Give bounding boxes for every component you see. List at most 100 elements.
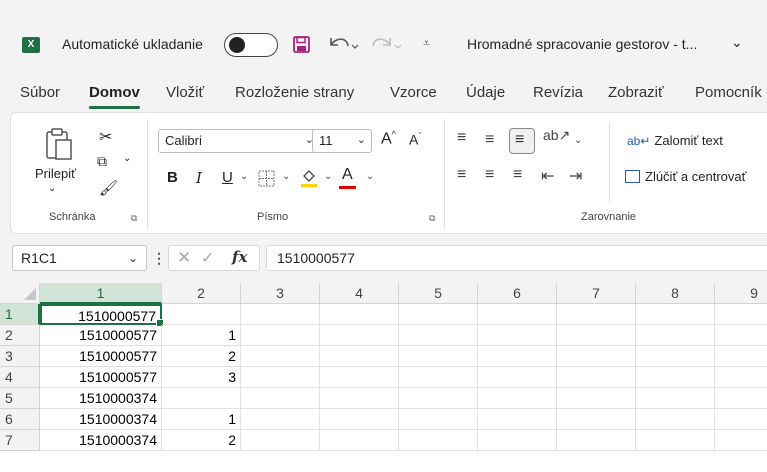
grid-cell[interactable] — [478, 367, 557, 388]
grid-cell[interactable] — [715, 325, 767, 346]
grid-cell[interactable] — [241, 325, 320, 346]
tab-view[interactable]: Zobraziť — [608, 84, 664, 101]
cut-icon[interactable]: ✂ — [99, 127, 112, 147]
grid-cell[interactable] — [162, 388, 241, 409]
grid-cell[interactable] — [715, 388, 767, 409]
align-right-icon[interactable]: ≡ — [513, 166, 522, 184]
tab-file[interactable]: Súbor — [20, 84, 60, 101]
column-header[interactable]: 8 — [636, 283, 715, 304]
row-header[interactable]: 7 — [0, 430, 40, 451]
grid-cell[interactable] — [478, 346, 557, 367]
grid-cell[interactable] — [715, 409, 767, 430]
chevron-down-icon[interactable]: ⌄ — [731, 34, 743, 51]
grid-cell[interactable]: 1510000374 — [40, 409, 162, 430]
column-header[interactable]: 6 — [478, 283, 557, 304]
grid-cell[interactable] — [715, 346, 767, 367]
dialog-launcher-icon[interactable]: ⧉ — [429, 213, 435, 224]
column-header[interactable]: 3 — [241, 283, 320, 304]
chevron-down-icon[interactable]: ⌄ — [282, 171, 290, 182]
grid-cell[interactable]: 1510000577 — [40, 325, 162, 346]
grid-cell[interactable] — [399, 388, 478, 409]
column-header[interactable]: 9 — [715, 283, 767, 304]
grid-cell[interactable] — [636, 325, 715, 346]
grid-cell[interactable] — [636, 304, 715, 325]
grid-cell[interactable] — [399, 409, 478, 430]
column-header[interactable]: 1 — [40, 283, 162, 304]
grid-cell[interactable] — [320, 388, 399, 409]
paste-icon[interactable] — [45, 127, 73, 161]
tab-help[interactable]: Pomocník — [695, 84, 762, 101]
grid-cell[interactable] — [241, 367, 320, 388]
column-header[interactable]: 2 — [162, 283, 241, 304]
align-bottom-button[interactable]: ≡ — [509, 128, 535, 154]
grid-cell[interactable] — [241, 304, 320, 325]
grid-cell[interactable] — [557, 430, 636, 451]
grid-cell[interactable] — [320, 430, 399, 451]
grid-cell[interactable] — [557, 304, 636, 325]
align-left-icon[interactable]: ≡ — [457, 166, 466, 184]
grid-cell[interactable] — [399, 304, 478, 325]
bold-button[interactable]: B — [167, 169, 178, 186]
grid-cell[interactable] — [478, 430, 557, 451]
grid-cell[interactable] — [636, 409, 715, 430]
format-painter-icon[interactable]: 🖌 — [99, 179, 118, 197]
grid-cell[interactable] — [557, 367, 636, 388]
chevron-down-icon[interactable]: ⌄ — [48, 183, 56, 194]
cancel-icon[interactable]: ✕ — [177, 248, 191, 268]
select-all-button[interactable] — [0, 283, 40, 304]
save-icon[interactable] — [293, 36, 310, 53]
merge-center-button[interactable]: Zlúčiť a centrovať — [625, 169, 747, 184]
grid-cell[interactable]: 2 — [162, 346, 241, 367]
increase-indent-icon[interactable]: ⇥ — [569, 166, 582, 186]
grid-cell[interactable]: 1510000577 — [40, 367, 162, 388]
column-header[interactable]: 7 — [557, 283, 636, 304]
align-center-icon[interactable]: ≡ — [485, 166, 494, 184]
grid-cell[interactable] — [557, 346, 636, 367]
borders-icon[interactable] — [258, 170, 275, 187]
row-header[interactable]: 2 — [0, 325, 40, 346]
customize-qat-icon[interactable]: ⩡ — [423, 36, 430, 51]
grid-cell[interactable] — [399, 430, 478, 451]
font-name-select[interactable]: Calibri ⌄ — [158, 129, 320, 153]
more-options-icon[interactable]: ⋮ — [152, 250, 166, 267]
column-header[interactable]: 5 — [399, 283, 478, 304]
underline-button[interactable]: U — [222, 169, 233, 186]
document-title[interactable]: Hromadné spracovanie gestorov - t... — [467, 36, 697, 52]
row-header[interactable]: 6 — [0, 409, 40, 430]
grid-cell[interactable] — [399, 367, 478, 388]
grid-cell[interactable] — [715, 304, 767, 325]
chevron-down-icon[interactable]: ⌄ — [324, 171, 332, 182]
italic-button[interactable]: I — [196, 169, 202, 187]
tab-formulas[interactable]: Vzorce — [390, 84, 437, 101]
grid-cell[interactable]: 1510000577 — [40, 346, 162, 367]
grid-cell[interactable] — [320, 409, 399, 430]
row-header[interactable]: 4 — [0, 367, 40, 388]
grid-cell[interactable] — [478, 304, 557, 325]
increase-font-icon[interactable]: A^ — [381, 129, 396, 148]
grid-cell[interactable] — [241, 430, 320, 451]
font-size-select[interactable]: 11 ⌄ — [312, 129, 372, 153]
tab-page-layout[interactable]: Rozloženie strany — [235, 84, 354, 101]
grid-cell[interactable] — [320, 346, 399, 367]
grid-cell[interactable] — [478, 388, 557, 409]
wrap-text-button[interactable]: ab↵ Zalomiť text — [627, 133, 723, 148]
grid-cell[interactable] — [636, 367, 715, 388]
autosave-toggle[interactable] — [224, 33, 278, 57]
grid-cell[interactable]: 2 — [162, 430, 241, 451]
decrease-indent-icon[interactable]: ⇤ — [541, 166, 554, 186]
undo-icon[interactable] — [327, 34, 359, 54]
formula-input[interactable]: 1510000577 — [266, 245, 767, 271]
redo-icon[interactable] — [370, 34, 402, 54]
chevron-down-icon[interactable]: ⌄ — [123, 153, 131, 164]
grid-cell[interactable]: 1 — [162, 325, 241, 346]
grid-cell[interactable] — [557, 325, 636, 346]
chevron-down-icon[interactable]: ⌄ — [366, 171, 374, 182]
grid-cell[interactable] — [162, 304, 241, 325]
grid-cell[interactable] — [478, 409, 557, 430]
align-middle-icon[interactable]: ≡ — [485, 131, 494, 149]
grid-cell[interactable] — [715, 367, 767, 388]
grid-cell[interactable] — [241, 409, 320, 430]
grid-cell[interactable] — [715, 430, 767, 451]
row-header[interactable]: 1 — [0, 304, 40, 325]
grid-cell[interactable]: 1510000374 — [40, 430, 162, 451]
